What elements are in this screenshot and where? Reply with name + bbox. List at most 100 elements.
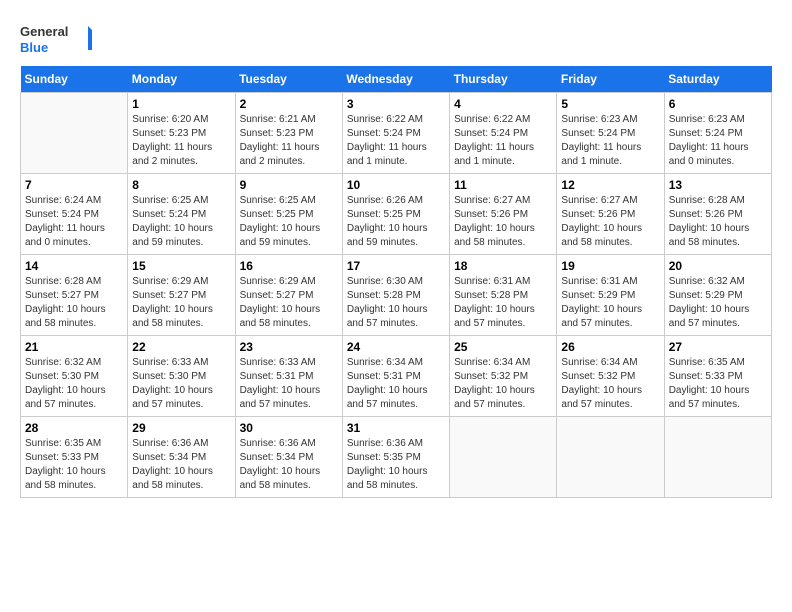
day-number: 9 [240,178,338,192]
calendar-cell: 29Sunrise: 6:36 AM Sunset: 5:34 PM Dayli… [128,417,235,498]
day-info: Sunrise: 6:22 AM Sunset: 5:24 PM Dayligh… [347,113,445,169]
calendar-cell: 24Sunrise: 6:34 AM Sunset: 5:31 PM Dayli… [342,336,449,417]
calendar-week-5: 28 Sunrise: 6:35 AM Sunset: 5:33 PM Dayli… [21,417,772,498]
day-info: Sunrise: 6:31 AM Sunset: 5:28 PM Dayligh… [454,275,552,331]
day-number: 3 [347,97,445,111]
day-number: 11 [454,178,552,192]
day-number: 16 [240,259,338,273]
calendar-cell: 18 Sunrise: 6:31 AM Sunset: 5:28 PM Dayli… [450,255,557,336]
day-info: Sunrise: 6:33 AM Sunset: 5:30 PM Dayligh… [132,356,230,412]
calendar-cell [450,417,557,498]
calendar-week-3: 14Sunrise: 6:28 AM Sunset: 5:27 PM Dayli… [21,255,772,336]
svg-text:Blue: Blue [20,40,48,55]
calendar-cell: 2Sunrise: 6:21 AM Sunset: 5:23 PM Daylig… [235,93,342,174]
day-info: Sunrise: 6:28 AM Sunset: 5:26 PM Dayligh… [669,194,767,250]
day-number: 26 [561,340,659,354]
day-info: Sunrise: 6:22 AM Sunset: 5:24 PM Dayligh… [454,113,552,169]
day-number: 21 [25,340,123,354]
calendar-cell: 27Sunrise: 6:35 AM Sunset: 5:33 PM Dayli… [664,336,771,417]
day-info: Sunrise: 6:35 AM Sunset: 5:33 PM Dayligh… [25,437,123,493]
logo-svg: General Blue [20,20,100,60]
day-number: 13 [669,178,767,192]
day-info: Sunrise: 6:34 AM Sunset: 5:31 PM Dayligh… [347,356,445,412]
day-info: Sunrise: 6:27 AM Sunset: 5:26 PM Dayligh… [454,194,552,250]
calendar-cell: 7 Sunrise: 6:24 AM Sunset: 5:24 PM Daylig… [21,174,128,255]
calendar-cell: 21 Sunrise: 6:32 AM Sunset: 5:30 PM Dayli… [21,336,128,417]
calendar-cell: 16 Sunrise: 6:29 AM Sunset: 5:27 PM Dayli… [235,255,342,336]
day-info: Sunrise: 6:35 AM Sunset: 5:33 PM Dayligh… [669,356,767,412]
calendar-week-1: 1 Sunrise: 6:20 AM Sunset: 5:23 PM Daylig… [21,93,772,174]
day-number: 31 [347,421,445,435]
day-info: Sunrise: 6:23 AM Sunset: 5:24 PM Dayligh… [561,113,659,169]
day-number: 30 [240,421,338,435]
day-number: 20 [669,259,767,273]
calendar-cell: 31 Sunrise: 6:36 AM Sunset: 5:35 PM Dayli… [342,417,449,498]
day-info: Sunrise: 6:30 AM Sunset: 5:28 PM Dayligh… [347,275,445,331]
col-header-friday: Friday [557,66,664,93]
page-header: General Blue [20,20,772,60]
calendar-cell: 4 Sunrise: 6:22 AM Sunset: 5:24 PM Daylig… [450,93,557,174]
day-number: 22 [132,340,230,354]
day-number: 5 [561,97,659,111]
calendar-cell: 6 Sunrise: 6:23 AM Sunset: 5:24 PM Daylig… [664,93,771,174]
calendar-cell: 5 Sunrise: 6:23 AM Sunset: 5:24 PM Daylig… [557,93,664,174]
calendar-cell: 22 Sunrise: 6:33 AM Sunset: 5:30 PM Dayli… [128,336,235,417]
day-info: Sunrise: 6:36 AM Sunset: 5:34 PM Dayligh… [132,437,230,493]
day-info: Sunrise: 6:25 AM Sunset: 5:24 PM Dayligh… [132,194,230,250]
day-number: 18 [454,259,552,273]
calendar-cell [664,417,771,498]
col-header-tuesday: Tuesday [235,66,342,93]
day-number: 28 [25,421,123,435]
day-info: Sunrise: 6:28 AM Sunset: 5:27 PM Dayligh… [25,275,123,331]
calendar-cell: 15 Sunrise: 6:29 AM Sunset: 5:27 PM Dayli… [128,255,235,336]
calendar-cell: 10 Sunrise: 6:26 AM Sunset: 5:25 PM Dayli… [342,174,449,255]
calendar-cell: 14Sunrise: 6:28 AM Sunset: 5:27 PM Dayli… [21,255,128,336]
day-info: Sunrise: 6:33 AM Sunset: 5:31 PM Dayligh… [240,356,338,412]
calendar-cell: 17 Sunrise: 6:30 AM Sunset: 5:28 PM Dayli… [342,255,449,336]
day-number: 1 [132,97,230,111]
day-number: 4 [454,97,552,111]
day-info: Sunrise: 6:20 AM Sunset: 5:23 PM Dayligh… [132,113,230,169]
calendar-cell: 25Sunrise: 6:34 AM Sunset: 5:32 PM Dayli… [450,336,557,417]
day-number: 2 [240,97,338,111]
calendar-cell: 3 Sunrise: 6:22 AM Sunset: 5:24 PM Daylig… [342,93,449,174]
day-number: 15 [132,259,230,273]
calendar-cell: 23 Sunrise: 6:33 AM Sunset: 5:31 PM Dayli… [235,336,342,417]
day-info: Sunrise: 6:25 AM Sunset: 5:25 PM Dayligh… [240,194,338,250]
calendar-cell: 11 Sunrise: 6:27 AM Sunset: 5:26 PM Dayli… [450,174,557,255]
day-info: Sunrise: 6:29 AM Sunset: 5:27 PM Dayligh… [132,275,230,331]
day-info: Sunrise: 6:31 AM Sunset: 5:29 PM Dayligh… [561,275,659,331]
logo: General Blue [20,20,100,60]
day-info: Sunrise: 6:26 AM Sunset: 5:25 PM Dayligh… [347,194,445,250]
day-info: Sunrise: 6:27 AM Sunset: 5:26 PM Dayligh… [561,194,659,250]
calendar-week-2: 7 Sunrise: 6:24 AM Sunset: 5:24 PM Daylig… [21,174,772,255]
col-header-saturday: Saturday [664,66,771,93]
day-info: Sunrise: 6:23 AM Sunset: 5:24 PM Dayligh… [669,113,767,169]
calendar-cell [557,417,664,498]
day-info: Sunrise: 6:24 AM Sunset: 5:24 PM Dayligh… [25,194,123,250]
day-info: Sunrise: 6:36 AM Sunset: 5:35 PM Dayligh… [347,437,445,493]
day-number: 8 [132,178,230,192]
calendar-week-4: 21 Sunrise: 6:32 AM Sunset: 5:30 PM Dayli… [21,336,772,417]
calendar-cell: 19Sunrise: 6:31 AM Sunset: 5:29 PM Dayli… [557,255,664,336]
calendar-cell: 13 Sunrise: 6:28 AM Sunset: 5:26 PM Dayli… [664,174,771,255]
day-number: 23 [240,340,338,354]
day-info: Sunrise: 6:36 AM Sunset: 5:34 PM Dayligh… [240,437,338,493]
calendar-cell: 1 Sunrise: 6:20 AM Sunset: 5:23 PM Daylig… [128,93,235,174]
day-number: 17 [347,259,445,273]
day-number: 12 [561,178,659,192]
day-info: Sunrise: 6:34 AM Sunset: 5:32 PM Dayligh… [561,356,659,412]
col-header-thursday: Thursday [450,66,557,93]
day-number: 6 [669,97,767,111]
calendar-cell: 20Sunrise: 6:32 AM Sunset: 5:29 PM Dayli… [664,255,771,336]
day-number: 7 [25,178,123,192]
col-header-monday: Monday [128,66,235,93]
day-number: 25 [454,340,552,354]
calendar-cell: 28 Sunrise: 6:35 AM Sunset: 5:33 PM Dayli… [21,417,128,498]
day-number: 10 [347,178,445,192]
col-header-wednesday: Wednesday [342,66,449,93]
day-info: Sunrise: 6:32 AM Sunset: 5:30 PM Dayligh… [25,356,123,412]
svg-text:General: General [20,24,68,39]
calendar-cell [21,93,128,174]
day-info: Sunrise: 6:29 AM Sunset: 5:27 PM Dayligh… [240,275,338,331]
